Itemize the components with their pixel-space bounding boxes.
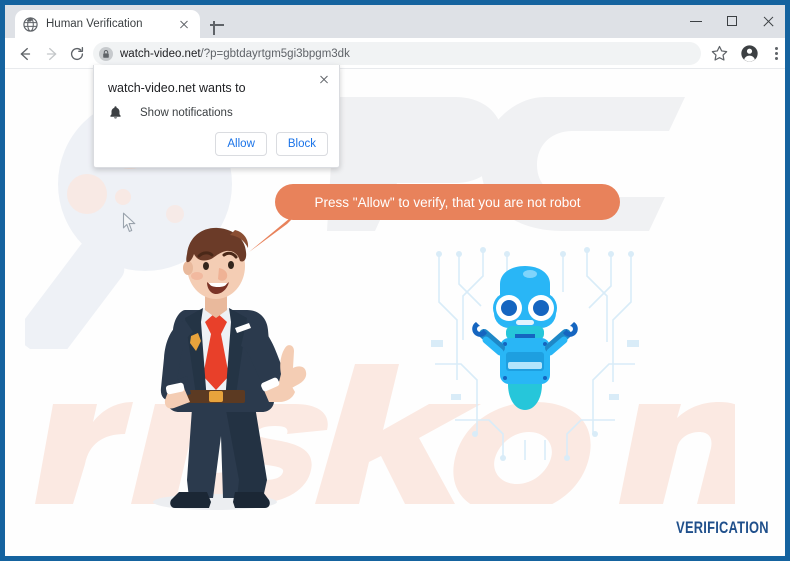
speech-bubble-text: Press "Allow" to verify, that you are no…	[314, 194, 581, 210]
popup-title: watch-video.net wants to	[108, 81, 246, 95]
close-popup-icon[interactable]	[316, 71, 332, 87]
bell-icon	[110, 106, 121, 119]
forward-arrow-icon[interactable]	[43, 45, 61, 63]
close-button[interactable]	[750, 5, 785, 38]
notification-permission-popup: watch-video.net wants to Show notificati…	[93, 65, 340, 168]
allow-button[interactable]: Allow	[215, 132, 267, 156]
star-icon[interactable]	[710, 44, 729, 63]
lock-icon	[99, 46, 113, 61]
back-arrow-icon[interactable]	[16, 45, 34, 63]
globe-icon	[23, 16, 38, 32]
verification-wordmark: VERIFICATION	[676, 519, 769, 537]
minimize-button[interactable]	[678, 5, 714, 38]
permission-row: Show notifications	[108, 105, 233, 120]
tab-title: Human Verification	[46, 18, 143, 30]
popup-button-group: Allow Block	[215, 132, 328, 156]
three-dot-menu-icon[interactable]	[767, 44, 785, 63]
title-bar: Human Verification	[5, 5, 785, 38]
pc-watermark	[327, 97, 685, 231]
businessman-pointing-illustration	[153, 227, 307, 510]
mouse-cursor	[122, 212, 136, 232]
address-bar[interactable]: watch-video.net/?p=gbtdayrtgm5gi3bpgm3dk	[93, 42, 701, 65]
reload-icon[interactable]	[68, 45, 86, 63]
url-domain: watch-video.net	[120, 47, 201, 60]
url-path: /?p=gbtdayrtgm5gi3bpgm3dk	[200, 47, 350, 60]
blue-robot-illustration	[472, 266, 578, 410]
block-button[interactable]: Block	[275, 132, 328, 156]
account-avatar-icon[interactable]	[740, 44, 759, 63]
close-tab-icon[interactable]	[176, 16, 192, 32]
url-text: watch-video.net/?p=gbtdayrtgm5gi3bpgm3dk	[120, 48, 350, 60]
browser-window: Human Verification watch-video.net/?p=gb…	[0, 0, 790, 561]
permission-label: Show notifications	[140, 106, 233, 119]
speech-bubble: Press "Allow" to verify, that you are no…	[275, 184, 620, 220]
new-tab-icon[interactable]	[207, 15, 227, 35]
browser-tab[interactable]: Human Verification	[15, 10, 200, 38]
maximize-button[interactable]	[714, 5, 750, 38]
